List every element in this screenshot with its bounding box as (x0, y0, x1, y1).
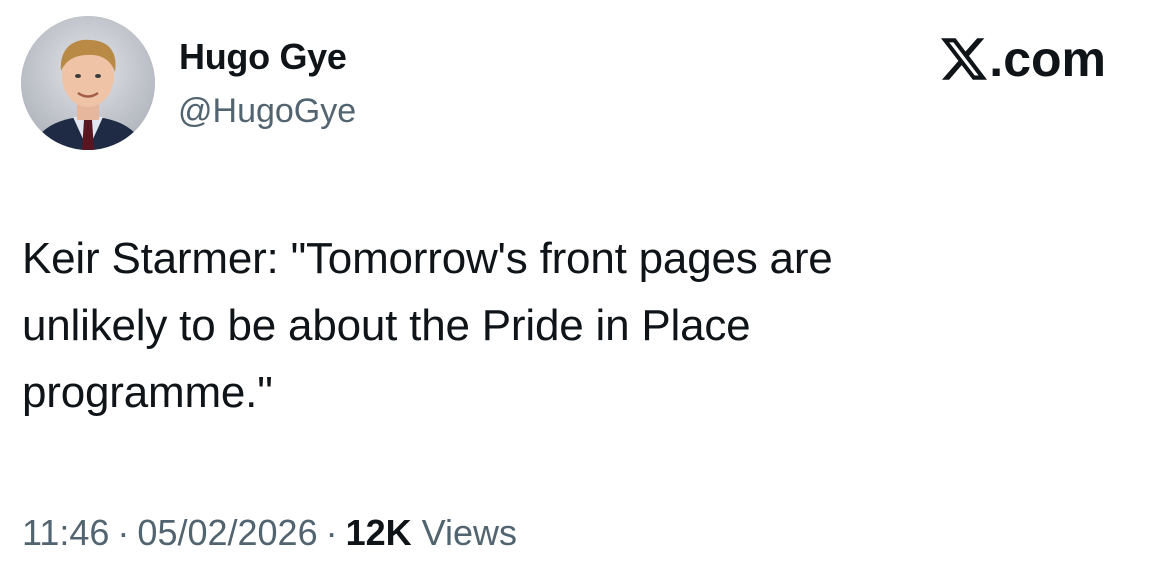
meta-separator: · (117, 512, 130, 553)
tweet-time[interactable]: 11:46 (22, 512, 109, 553)
tweet-date[interactable]: 05/02/2026 (137, 512, 317, 553)
tweet-meta: 11:46 · 05/02/2026 · 12K Views (22, 511, 517, 555)
views-label: Views (421, 512, 518, 553)
brand-logo: .com (941, 31, 1106, 87)
tweet-card: Hugo Gye @HugoGye .com Keir Starmer: "To… (0, 0, 1164, 569)
author-display-name[interactable]: Hugo Gye (179, 36, 347, 78)
author-handle[interactable]: @HugoGye (178, 91, 356, 131)
avatar[interactable] (21, 16, 155, 150)
brand-label: .com (989, 31, 1106, 87)
meta-separator: · (325, 512, 338, 553)
views-count[interactable]: 12K (346, 512, 412, 553)
tweet-text: Keir Starmer: "Tomorrow's front pages ar… (22, 234, 833, 417)
x-logo-icon (941, 38, 988, 80)
person-photo-avatar-icon (21, 16, 155, 150)
